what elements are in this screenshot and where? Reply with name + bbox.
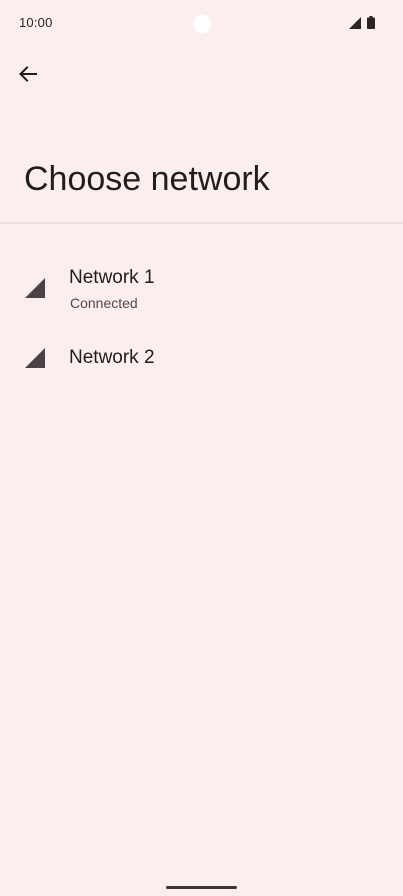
camera-cutout [193, 15, 211, 33]
page-title: Choose network [24, 160, 270, 198]
signal-icon [25, 278, 45, 298]
header-divider [0, 222, 403, 224]
status-time: 10:00 [19, 15, 53, 30]
arrow-back-icon [19, 66, 37, 82]
gesture-nav-handle[interactable] [166, 886, 237, 889]
battery-icon [367, 16, 375, 29]
network-name: Network 2 [69, 347, 155, 368]
status-bar: 10:00 [0, 0, 403, 44]
network-status: Connected [70, 295, 138, 311]
network-item-2[interactable]: Network 2 [0, 338, 403, 380]
cellular-signal-icon [349, 17, 361, 29]
back-button[interactable] [12, 58, 44, 90]
signal-icon [25, 348, 45, 368]
network-item-1[interactable]: Network 1 Connected [0, 252, 403, 322]
network-name: Network 1 [69, 267, 155, 288]
